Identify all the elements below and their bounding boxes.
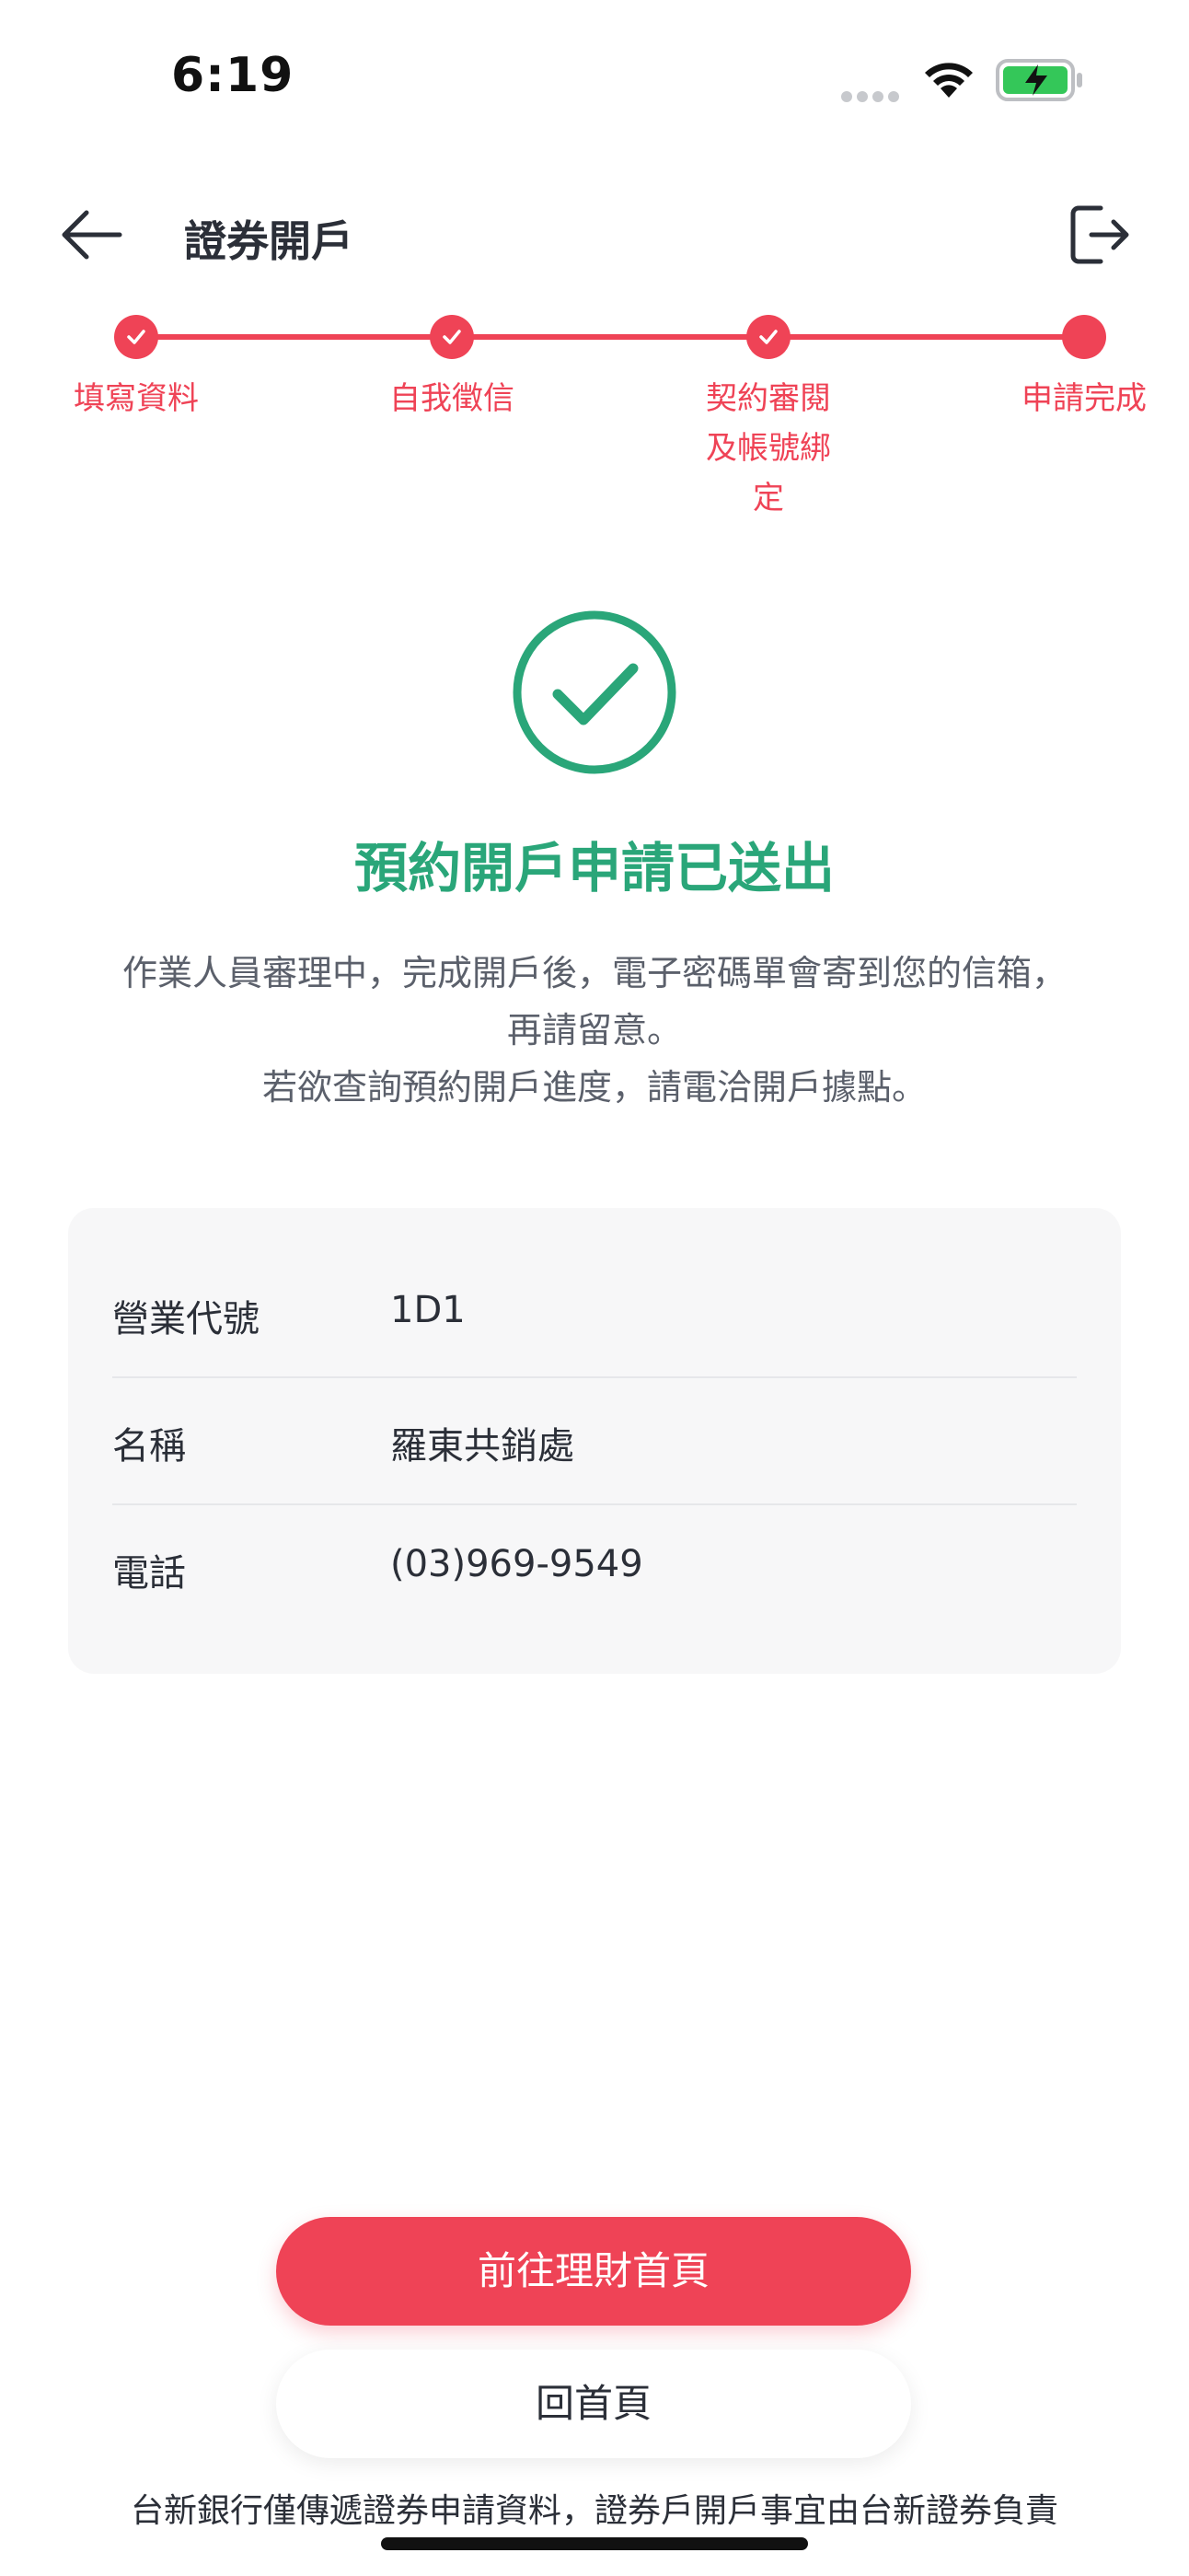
branch-code-value: 1D1: [390, 1289, 466, 1331]
page-title: 證券開戶: [184, 216, 353, 266]
step-1-label: 填寫資料: [74, 380, 199, 417]
back-button[interactable]: [55, 203, 125, 267]
result-description-line-2: 再請留意。: [506, 1010, 682, 1050]
step-2-label: 自我徵信: [389, 380, 514, 417]
branch-code-label: 營業代號: [112, 1298, 260, 1340]
row-divider: [112, 1376, 1077, 1378]
step-2-done-indicator: [430, 315, 474, 359]
footer-disclaimer: 台新銀行僅傳遞證券申請資料，證券戶開戶事宜由台新證券負責: [130, 2492, 1058, 2530]
step-3-label: 契約審閱及帳號綁定: [706, 380, 831, 516]
step-3-done-indicator: [746, 315, 791, 359]
result-title: 預約開戶申請已送出: [353, 837, 835, 899]
cellular-signal-icon: [841, 88, 906, 102]
branch-name-label: 名稱: [112, 1425, 186, 1468]
logout-icon: [1070, 205, 1129, 264]
branch-phone-value: (03)969-9549: [390, 1543, 643, 1585]
wifi-icon: [920, 57, 977, 103]
step-4-label: 申請完成: [1022, 380, 1147, 417]
check-icon: [759, 330, 778, 344]
check-circle-icon: [510, 608, 679, 777]
back-to-home-button[interactable]: 回首頁: [276, 2350, 911, 2458]
battery-charging-icon: [996, 57, 1084, 107]
check-icon: [127, 330, 145, 344]
step-4-current-indicator: [1062, 315, 1106, 359]
stepper-progress-line: [136, 334, 1084, 340]
branch-info-card: [68, 1208, 1121, 1674]
home-indicator[interactable]: [381, 2537, 808, 2550]
status-bar-time: 6:19: [171, 48, 294, 103]
branch-phone-label: 電話: [112, 1552, 186, 1595]
result-description-line-3: 若欲查詢預約開戶進度，請電洽開戶據點。: [261, 1067, 927, 1108]
branch-name-value: 羅東共銷處: [390, 1425, 574, 1468]
result-description-line-1: 作業人員審理中，完成開戶後，電子密碼單會寄到您的信箱，: [121, 953, 1067, 993]
go-to-wealth-home-button[interactable]: 前往理財首頁: [276, 2217, 911, 2326]
step-1-done-indicator: [114, 315, 158, 359]
arrow-left-icon: [62, 210, 122, 260]
logout-button[interactable]: [1068, 203, 1132, 267]
row-divider: [112, 1503, 1077, 1505]
check-icon: [443, 330, 461, 344]
